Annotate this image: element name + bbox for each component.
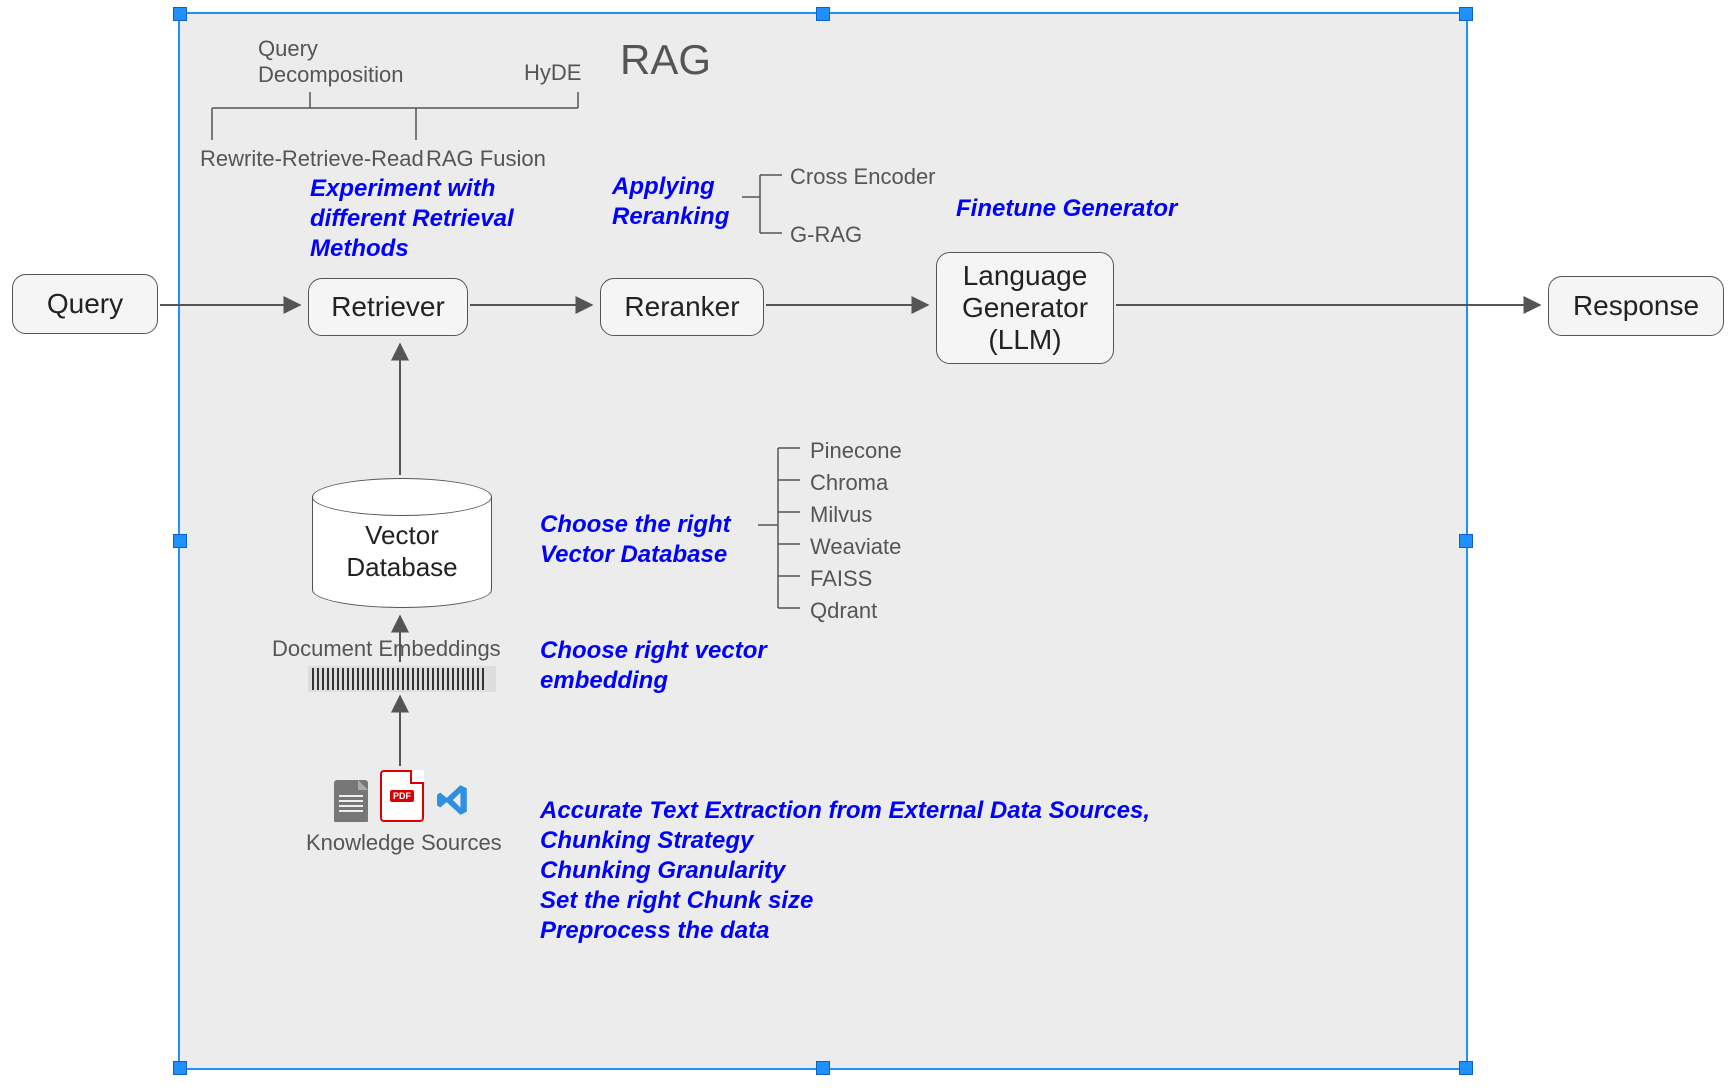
- note-finetune-generator: Finetune Generator: [956, 194, 1177, 224]
- vector-db-option-1: Chroma: [810, 470, 888, 496]
- vector-db-option-0: Pinecone: [810, 438, 902, 464]
- pdf-badge: PDF: [390, 790, 414, 802]
- resize-handle-mid-left[interactable]: [173, 534, 187, 548]
- vector-db-label: Vector Database: [346, 520, 457, 582]
- resize-handle-bottom-right[interactable]: [1459, 1061, 1473, 1075]
- vector-db-option-2: Milvus: [810, 502, 872, 528]
- resize-handle-bottom-mid[interactable]: [816, 1061, 830, 1075]
- vector-db-option-4: FAISS: [810, 566, 872, 592]
- retrieval-method-query-decomposition: Query Decomposition: [258, 36, 404, 89]
- resize-handle-mid-right[interactable]: [1459, 534, 1473, 548]
- reranker-cross-encoder: Cross Encoder: [790, 164, 936, 190]
- retrieval-method-hyde: HyDE: [524, 60, 581, 86]
- knowledge-source-icons: PDF: [334, 770, 470, 822]
- note-choose-embedding: Choose right vector embedding: [540, 636, 767, 696]
- note-applying-reranking: Applying Reranking: [612, 172, 729, 232]
- resize-handle-top-right[interactable]: [1459, 7, 1473, 21]
- reranker-g-rag: G-RAG: [790, 222, 862, 248]
- resize-handle-bottom-left[interactable]: [173, 1061, 187, 1075]
- node-reranker: Reranker: [600, 278, 764, 336]
- node-query: Query: [12, 274, 158, 334]
- vscode-icon: [436, 783, 470, 822]
- retrieval-method-rag-fusion: RAG Fusion: [426, 146, 546, 172]
- node-vector-database: Vector Database: [312, 478, 492, 608]
- note-knowledge-sources: Accurate Text Extraction from External D…: [540, 796, 1150, 946]
- node-generator: Language Generator (LLM): [936, 252, 1114, 364]
- embeddings-barcode-icon: [308, 666, 496, 692]
- document-file-icon: [334, 780, 368, 822]
- note-experiment-retrieval: Experiment with different Retrieval Meth…: [310, 174, 514, 264]
- node-response: Response: [1548, 276, 1724, 336]
- label-document-embeddings: Document Embeddings: [272, 636, 501, 662]
- pdf-file-icon: PDF: [380, 770, 424, 822]
- vector-db-option-3: Weaviate: [810, 534, 901, 560]
- vector-db-option-5: Qdrant: [810, 598, 877, 624]
- label-knowledge-sources: Knowledge Sources: [306, 830, 502, 856]
- node-retriever: Retriever: [308, 278, 468, 336]
- note-choose-vector-db: Choose the right Vector Database: [540, 510, 731, 570]
- resize-handle-top-left[interactable]: [173, 7, 187, 21]
- resize-handle-top-mid[interactable]: [816, 7, 830, 21]
- retrieval-method-rrr: Rewrite-Retrieve-Read: [200, 146, 424, 172]
- diagram-title: RAG: [620, 36, 711, 84]
